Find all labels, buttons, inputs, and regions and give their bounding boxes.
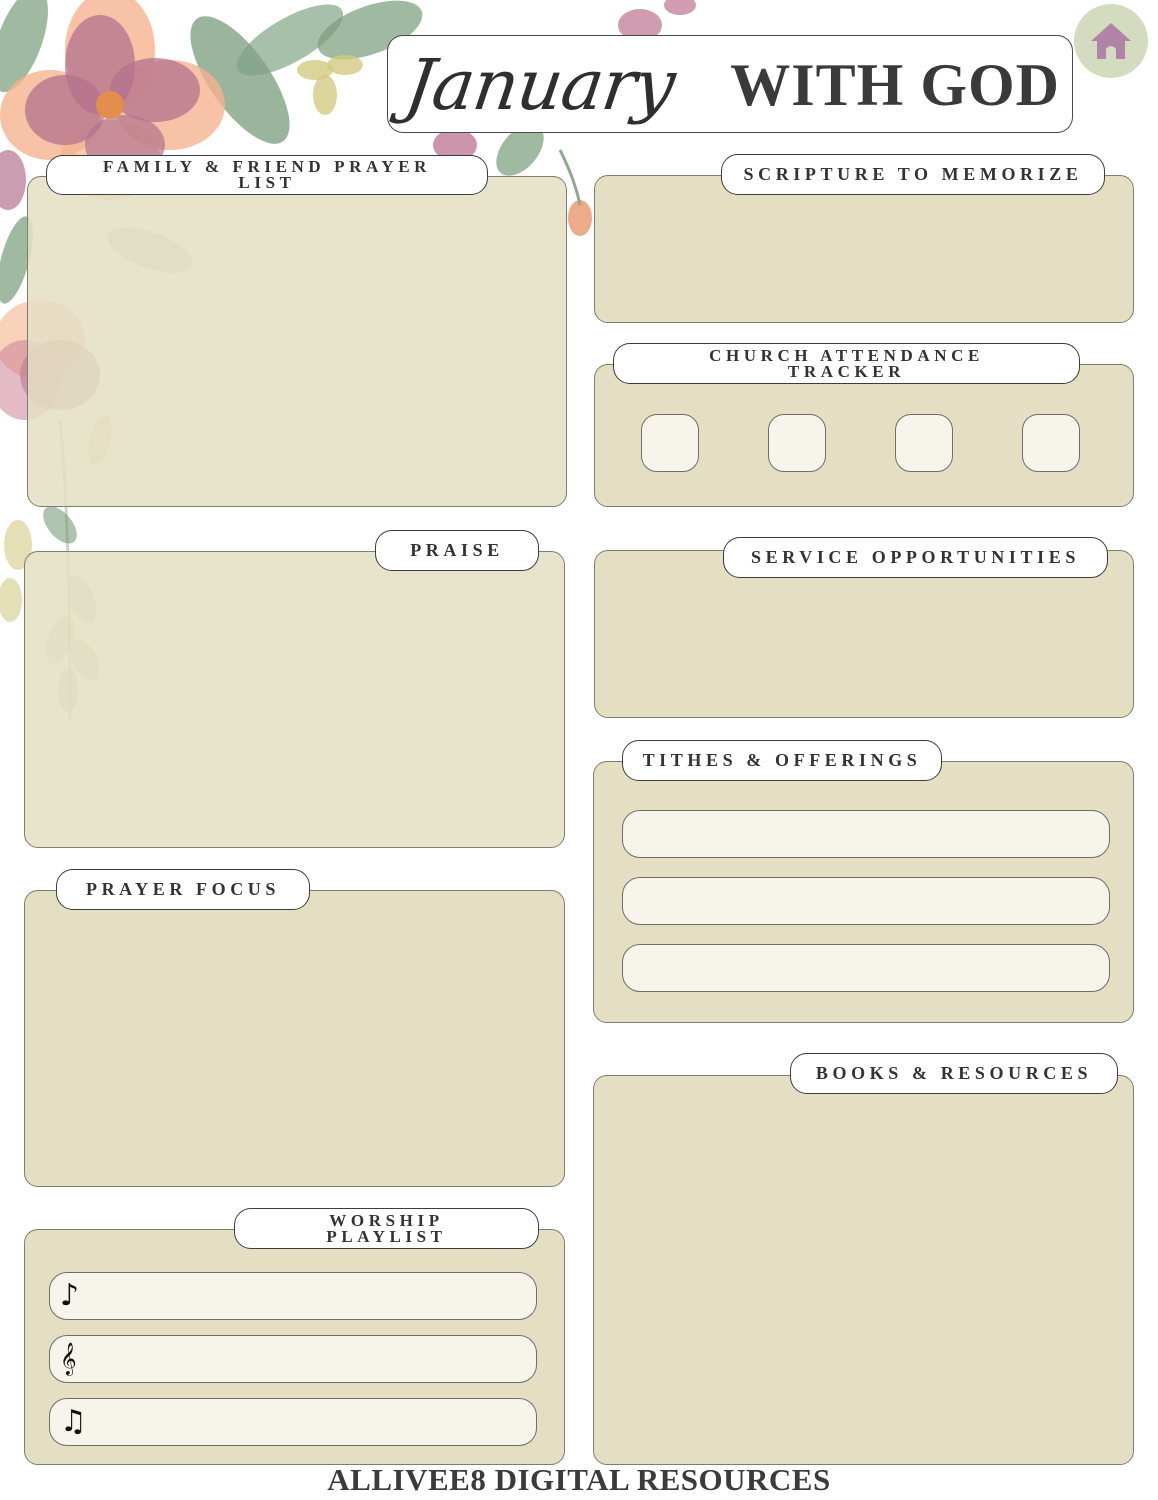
title-text: TITHES & OFFERINGS	[642, 750, 922, 770]
treble-clef-icon: 𝄞	[60, 1342, 77, 1375]
home-button[interactable]	[1074, 4, 1148, 78]
home-icon	[1091, 23, 1131, 59]
prayer-focus-panel[interactable]	[24, 890, 565, 1187]
title-text: BOOKS & RESOURCES	[815, 1063, 1093, 1083]
family-prayer-panel[interactable]	[27, 176, 567, 507]
attendance-checkbox-1[interactable]	[641, 414, 699, 472]
title-text: SCRIPTURE TO MEMORIZE	[743, 164, 1083, 184]
title-month: January	[400, 44, 680, 126]
church-attendance-title: CHURCH ATTENDANCE TRACKER	[613, 343, 1080, 384]
scripture-title: SCRIPTURE TO MEMORIZE	[721, 154, 1105, 195]
title-line: PLAYLIST	[326, 1226, 447, 1246]
eighth-note-icon: ♪	[60, 1278, 80, 1313]
title-text: PRAISE	[410, 540, 504, 560]
prayer-focus-title: PRAYER FOCUS	[56, 869, 310, 910]
worship-entry-1[interactable]: ♪	[49, 1272, 537, 1320]
title-text: PRAYER FOCUS	[85, 879, 281, 899]
footer-brand: ALLIVEE8 DIGITAL RESOURCES	[327, 1462, 831, 1497]
tithe-entry-2[interactable]	[622, 877, 1110, 925]
title-line: LIST	[238, 173, 296, 192]
tithe-entry-3[interactable]	[622, 944, 1110, 992]
worship-entry-2[interactable]: 𝄞	[49, 1335, 537, 1383]
praise-panel[interactable]	[24, 551, 565, 848]
page-title: January WITH GOD	[387, 35, 1073, 133]
worship-entry-3[interactable]: ♫	[49, 1398, 537, 1446]
tithe-entry-1[interactable]	[622, 810, 1110, 858]
attendance-checkbox-3[interactable]	[895, 414, 953, 472]
title-line: TRACKER	[787, 361, 906, 381]
books-title: BOOKS & RESOURCES	[790, 1053, 1118, 1094]
attendance-checkbox-4[interactable]	[1022, 414, 1080, 472]
books-panel[interactable]	[593, 1075, 1134, 1465]
scripture-panel[interactable]	[594, 175, 1134, 323]
title-text: SERVICE OPPORTUNITIES	[751, 547, 1080, 567]
title-suffix: WITH GOD	[730, 52, 1060, 118]
beamed-notes-icon: ♫	[60, 1404, 87, 1439]
worship-title: WORSHIP PLAYLIST	[234, 1208, 539, 1249]
service-title: SERVICE OPPORTUNITIES	[723, 537, 1108, 578]
family-prayer-title: FAMILY & FRIEND PRAYER LIST	[46, 155, 488, 195]
praise-title: PRAISE	[375, 530, 539, 571]
tithes-title: TITHES & OFFERINGS	[622, 740, 942, 781]
attendance-checkbox-2[interactable]	[768, 414, 826, 472]
